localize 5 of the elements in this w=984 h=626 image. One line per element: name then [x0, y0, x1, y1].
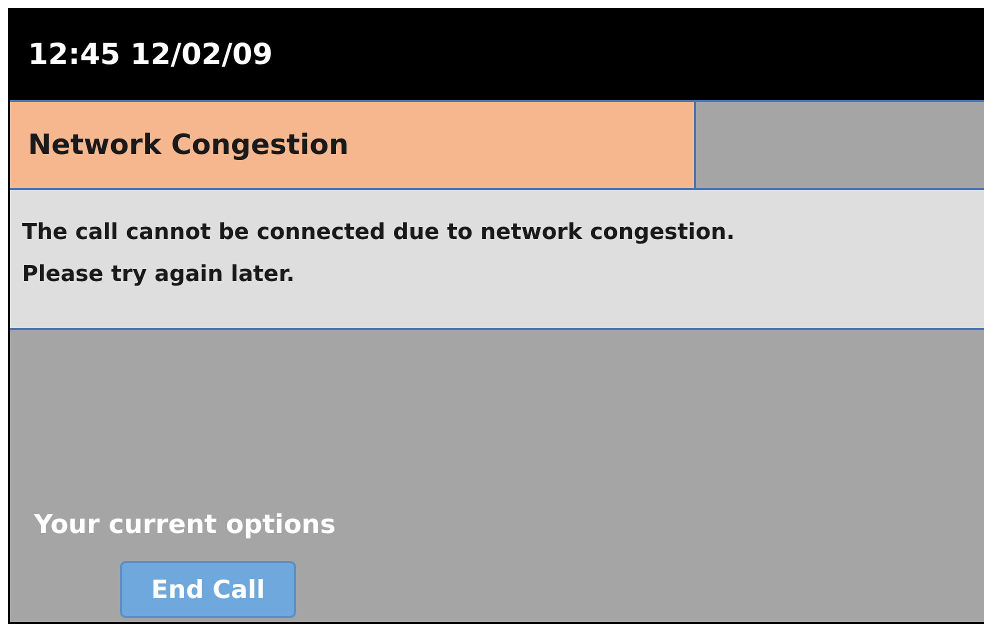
title-text: Network Congestion: [28, 127, 349, 163]
options-heading: Your current options: [34, 509, 337, 542]
end-call-button[interactable]: End Call: [120, 561, 296, 618]
date-time: 12:45 12/02/09: [28, 36, 273, 74]
message-text: The call cannot be connected due to network congestion. Please try again later.: [22, 219, 736, 289]
